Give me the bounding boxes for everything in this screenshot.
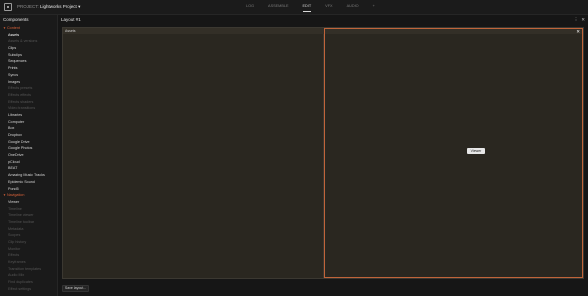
- assets-panel-label: Assets: [65, 29, 76, 33]
- tab-audio[interactable]: AUDIO: [347, 4, 359, 10]
- component-item-beat[interactable]: BEAT: [0, 165, 58, 172]
- component-item-effects-effects: Effects effects: [8, 92, 32, 97]
- tab-vfx[interactable]: VFX: [325, 4, 332, 10]
- component-item-timeline-toolbar: Timeline toolbar: [8, 219, 35, 224]
- project-label: PROJECT:: [17, 4, 39, 9]
- component-item-syncs[interactable]: Syncs: [0, 72, 58, 79]
- component-item-video-transitions: Video transitions: [8, 106, 36, 111]
- layout-workspace[interactable]: Assets ✕ Viewer: [62, 27, 584, 279]
- component-item-scopes: Scopes: [8, 233, 21, 238]
- section-content[interactable]: ▼Content: [0, 25, 58, 32]
- component-item-box[interactable]: Box: [0, 125, 58, 132]
- components-title: Components: [3, 17, 29, 22]
- components-list: ▼Content Assets Assets & versions Clips Subc…: [0, 25, 58, 293]
- component-item-pond5[interactable]: Pond5: [0, 186, 58, 193]
- save-layout-button[interactable]: Save layout...: [62, 285, 89, 292]
- assets-panel-area[interactable]: [63, 34, 324, 278]
- component-item-effects: Effects: [8, 253, 20, 258]
- component-item-timeline-viewer: Timeline viewer: [8, 213, 34, 218]
- tab-assemble[interactable]: ASSEMBLE: [268, 4, 288, 10]
- layout-title: Layout #1: [61, 17, 81, 22]
- viewer-close-icon[interactable]: ✕: [576, 29, 580, 35]
- component-item-assets[interactable]: Assets: [0, 32, 58, 39]
- top-bar: PROJECT: Lightworks Project ▾ LOG ASSEMBL…: [0, 0, 588, 15]
- chevron-down-icon: ▾: [78, 4, 81, 9]
- more-options-icon[interactable]: ⋮: [574, 17, 579, 23]
- component-item-libraries[interactable]: Libraries: [0, 112, 58, 119]
- component-item-effects-presets: Effects presets: [8, 86, 33, 91]
- component-item-prints[interactable]: Prints: [0, 65, 58, 72]
- component-item-assets-versions: Assets & versions: [8, 39, 38, 44]
- component-item-effects-shaders: Effects shaders: [8, 99, 34, 104]
- section-label: Content: [6, 26, 20, 30]
- component-item-images[interactable]: Images: [0, 79, 58, 86]
- component-item-transition-templates: Transition templates: [8, 266, 42, 271]
- component-item-clip-history: Clip history: [8, 240, 27, 244]
- component-item-metadata: Metadata: [8, 226, 24, 231]
- tab-log[interactable]: LOG: [246, 4, 254, 10]
- component-item-subclips[interactable]: Subclips: [0, 52, 58, 59]
- tab-add[interactable]: +: [373, 4, 375, 10]
- layout-controls: ⋮ ✕: [574, 17, 585, 23]
- room-tabs: LOG ASSEMBLE EDIT VFX AUDIO +: [246, 4, 375, 12]
- component-item-google-photos[interactable]: Google Photos: [0, 145, 58, 152]
- project-name: Lightworks Project: [40, 4, 77, 9]
- viewer-panel-area[interactable]: ✕ Viewer: [324, 28, 583, 278]
- component-item-onedrive[interactable]: OneDrive: [0, 152, 58, 159]
- close-icon[interactable]: ✕: [581, 17, 585, 23]
- component-item-effect-settings: Effect settings: [8, 286, 32, 291]
- component-item-viewer[interactable]: Viewer: [0, 199, 58, 206]
- component-item-dropbox[interactable]: Dropbox: [0, 132, 58, 139]
- section-label: Navigation: [6, 193, 25, 198]
- component-item-timeline: Timeline: [8, 206, 22, 211]
- component-item-computer[interactable]: Computer: [0, 119, 58, 126]
- project-selector[interactable]: PROJECT: Lightworks Project ▾: [17, 4, 80, 10]
- layout-editor: Layout #1 ⋮ ✕ Assets ✕ Viewer: [58, 15, 588, 296]
- caret-down-icon: ▼: [3, 193, 6, 198]
- caret-down-icon: ▼: [3, 26, 6, 30]
- component-item-keyframes: Keyframes: [8, 260, 26, 265]
- viewer-placeholder-button[interactable]: Viewer: [467, 148, 485, 154]
- component-item-pcloud[interactable]: pCloud: [0, 159, 58, 166]
- component-item-find-duplicates: Find duplicates: [8, 280, 33, 285]
- component-item-audio-mix: Audio Mix: [8, 273, 25, 278]
- tab-edit[interactable]: EDIT: [302, 4, 311, 12]
- components-panel: Components ▼Content Assets Assets & versio…: [0, 15, 58, 296]
- component-item-monitor: Monitor: [8, 246, 21, 251]
- component-item-sequences[interactable]: Sequences: [0, 58, 58, 65]
- section-navigation[interactable]: ▼Navigation: [0, 192, 58, 199]
- component-item-google-drive[interactable]: Google Drive: [0, 139, 58, 146]
- component-item-amazing-music-tracks[interactable]: Amazing Music Tracks: [0, 172, 58, 179]
- component-item-epidemic-sound[interactable]: Epidemic Sound: [0, 179, 58, 186]
- app-menu-icon[interactable]: [4, 3, 12, 11]
- component-item-clips[interactable]: Clips: [0, 45, 58, 52]
